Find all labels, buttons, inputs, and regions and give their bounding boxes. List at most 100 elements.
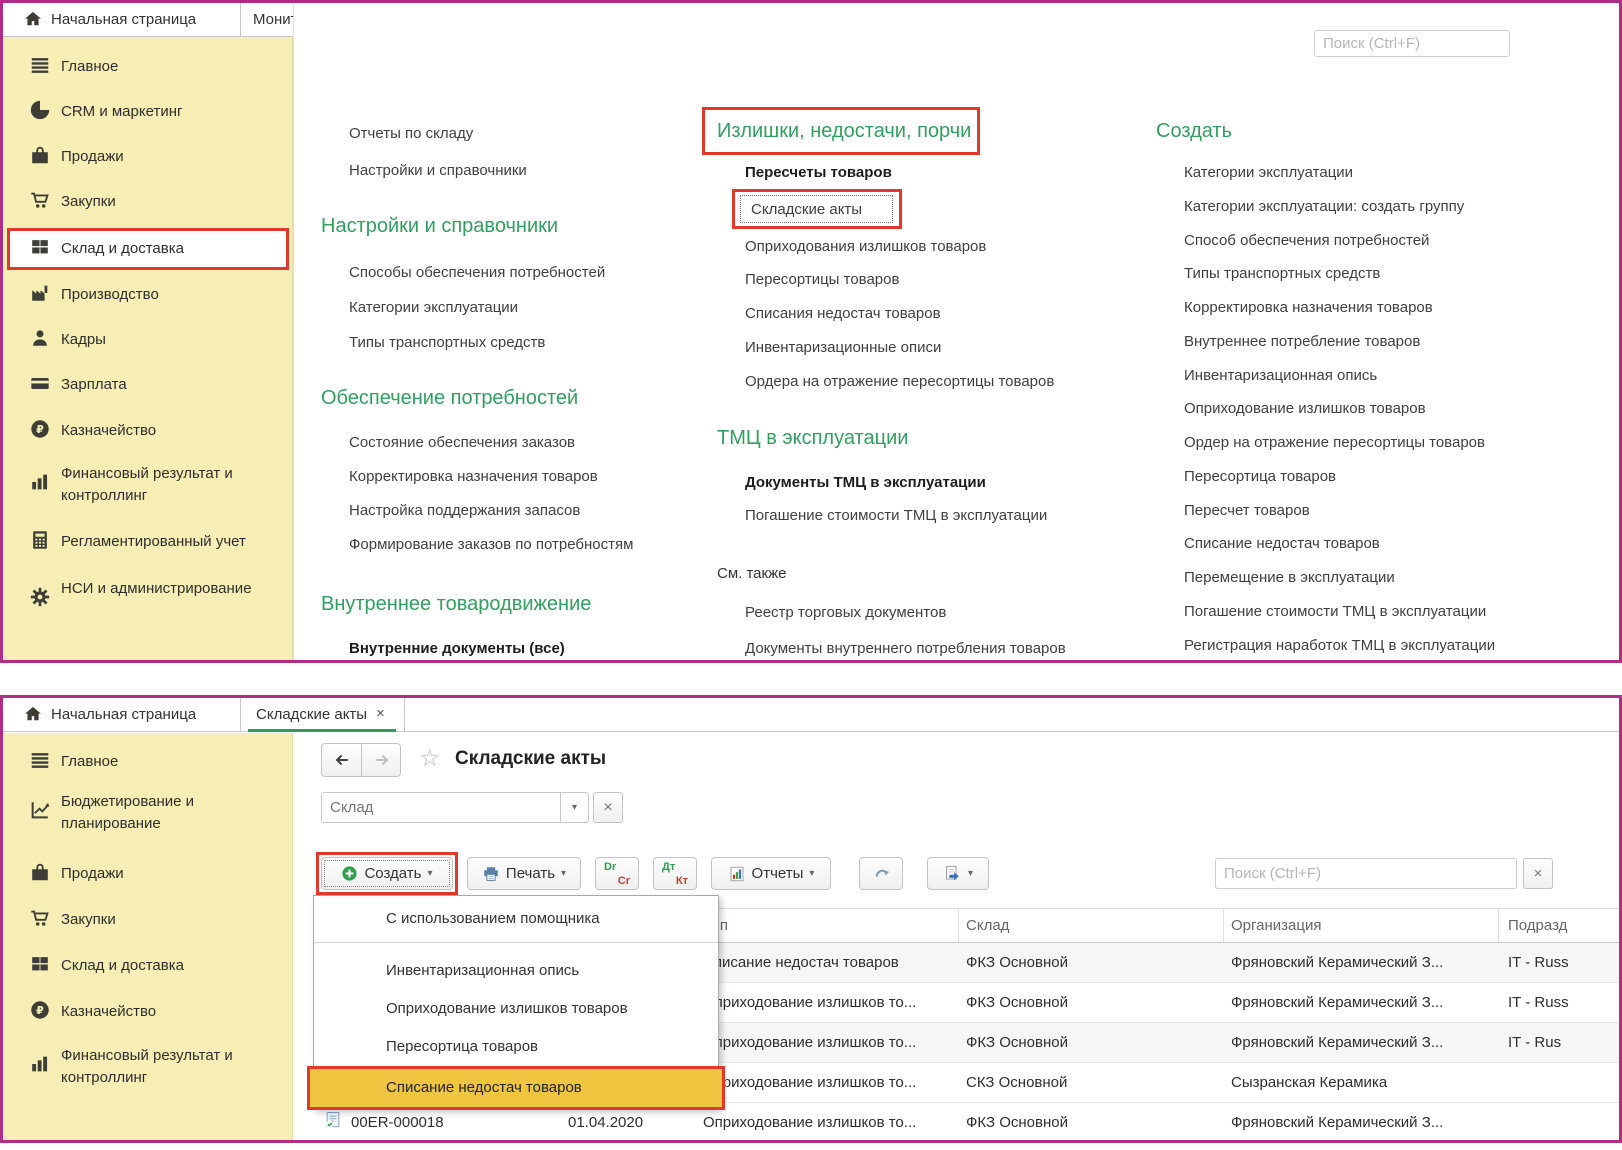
column-header-organization[interactable]: Организация — [1231, 917, 1321, 934]
menu-link-warehouse-acts[interactable]: Складские акты — [751, 201, 862, 218]
cell-type: Оприходование излишков то... — [703, 1034, 916, 1051]
menu-item-shortage-writeoff[interactable]: Списание недостач товаров — [307, 1066, 725, 1110]
menu-item-label: Списание недостач товаров — [386, 1079, 582, 1096]
menu-link[interactable]: Отчеты по складу — [349, 125, 473, 142]
menu-search-input[interactable] — [1314, 30, 1510, 57]
menu-item-inventory-list[interactable]: Инвентаризационная опись — [386, 962, 579, 979]
sidebar-label: Финансовый результат и контроллинг — [61, 463, 276, 507]
printer-icon — [482, 865, 500, 883]
menu-link[interactable]: Оприходование излишков товаров — [1184, 400, 1426, 417]
filter-caret-button[interactable]: ▾ — [560, 793, 588, 822]
cell-type: Оприходование излишков то... — [703, 1114, 916, 1131]
sidebar-label: НСИ и администрирование — [61, 578, 276, 600]
history-buttons — [321, 743, 401, 777]
menu-link[interactable]: Пересчет товаров — [1184, 502, 1310, 519]
cell-type: Оприходование излишков то... — [703, 1074, 916, 1091]
tab-warehouse-acts[interactable]: Складские акты × — [240, 698, 404, 732]
menu-link[interactable]: Настройка поддержания запасов — [349, 502, 580, 519]
tab-home[interactable]: Начальная страница — [51, 706, 196, 723]
tab-close-icon[interactable]: × — [376, 705, 385, 722]
bag-icon — [29, 144, 51, 171]
reports-button[interactable]: Отчеты ▾ — [711, 857, 831, 890]
menu-link-bold[interactable]: Документы ТМЦ в эксплуатации — [745, 474, 986, 491]
menu-link[interactable]: Корректировка назначения товаров — [1184, 299, 1433, 316]
report-chart-icon — [728, 865, 746, 883]
menu-link[interactable]: Категории эксплуатации — [1184, 164, 1353, 181]
favorite-star-icon[interactable]: ☆ — [419, 744, 441, 773]
home-icon[interactable] — [23, 9, 43, 34]
column-header-department[interactable]: Подразд — [1508, 917, 1567, 934]
menu-link[interactable]: Внутреннее потребление товаров — [1184, 333, 1420, 350]
menu-link[interactable]: Способы обеспечения потребностей — [349, 264, 605, 281]
drcr-button[interactable]: Dr Cr — [595, 857, 639, 890]
create-based-on-button[interactable]: ▾ — [927, 857, 989, 890]
column-separator — [958, 909, 959, 942]
tab-home[interactable]: Начальная страница — [51, 11, 196, 28]
menu-link[interactable]: Типы транспортных средств — [349, 334, 545, 351]
menu-link[interactable]: Настройки и справочники — [349, 162, 527, 179]
search-clear-button[interactable]: × — [1523, 858, 1553, 889]
cell-number: 00ER-000018 — [351, 1114, 444, 1131]
menu-link[interactable]: Типы транспортных средств — [1184, 265, 1380, 282]
menu-link[interactable]: Списания недостач товаров — [745, 305, 941, 322]
chevron-down-icon: ▾ — [561, 868, 566, 879]
column-header-warehouse[interactable]: Склад — [966, 917, 1009, 934]
menu-link[interactable]: Списание недостач товаров — [1184, 535, 1380, 552]
factory-icon — [29, 282, 51, 309]
menu-link[interactable]: Перемещение в эксплуатации — [1184, 569, 1395, 586]
see-also-header: См. также — [717, 565, 786, 582]
section-header: ТМЦ в эксплуатации — [717, 427, 908, 450]
create-button[interactable]: Создать ▾ — [321, 857, 453, 890]
menu-item-assistant[interactable]: С использованием помощника — [386, 910, 600, 927]
menu-link[interactable]: Оприходования излишков товаров — [745, 238, 986, 255]
menu-item-surplus-posting[interactable]: Оприходование излишков товаров — [386, 1000, 628, 1017]
menu-link[interactable]: Документы внутреннего потребления товаро… — [745, 640, 1066, 657]
menu-link[interactable]: Корректировка назначения товаров — [349, 468, 598, 485]
cell-warehouse: СКЗ Основной — [966, 1074, 1067, 1091]
dr-label: Dr — [604, 861, 616, 873]
menu-link[interactable]: Ордера на отражение пересортицы товаров — [745, 373, 1054, 390]
plus-circle-icon — [341, 865, 358, 882]
menu-link[interactable]: Регистрация наработок ТМЦ в эксплуатации — [1184, 637, 1495, 654]
menu-link[interactable]: Погашение стоимости ТМЦ в эксплуатации — [745, 507, 1047, 524]
filter-clear-button[interactable]: × — [593, 792, 623, 823]
menu-link[interactable]: Инвентаризационная опись — [1184, 367, 1377, 384]
list-search-input[interactable] — [1215, 858, 1517, 889]
print-button-label: Печать — [506, 865, 555, 882]
menu-link[interactable]: Инвентаризационные описи — [745, 339, 941, 356]
cell-organization: Фряновский Керамический З... — [1231, 994, 1443, 1011]
menu-link[interactable]: Категории эксплуатации — [349, 299, 518, 316]
person-icon — [29, 327, 51, 354]
menu-link-bold[interactable]: Внутренние документы (все) — [349, 640, 565, 657]
menu-link-bold[interactable]: Пересчеты товаров — [745, 164, 892, 181]
tab-monitor-partial[interactable]: Монит — [253, 11, 298, 28]
cr-label: Cr — [618, 875, 630, 887]
menu-link[interactable]: Категории эксплуатации: создать группу — [1184, 198, 1464, 215]
active-tab-underline — [248, 729, 396, 732]
cell-type: Оприходование излишков то... — [703, 994, 916, 1011]
menu-link[interactable]: Пересортицы товаров — [745, 271, 899, 288]
post-document-button[interactable] — [859, 857, 903, 890]
menu-link[interactable]: Ордер на отражение пересортицы товаров — [1184, 434, 1485, 451]
sidebar-label: Производство — [61, 284, 159, 306]
dtkt-button[interactable]: Дт Кт — [653, 857, 697, 890]
menu-link[interactable]: Погашение стоимости ТМЦ в эксплуатации — [1184, 603, 1486, 620]
menu-link[interactable]: Формирование заказов по потребностям — [349, 536, 633, 553]
cell-department: IT - Russ — [1508, 954, 1569, 971]
home-icon[interactable] — [23, 704, 43, 729]
reports-button-label: Отчеты — [752, 865, 804, 882]
back-button[interactable] — [322, 744, 362, 776]
gear-icon — [29, 586, 51, 613]
menu-link[interactable]: Реестр торговых документов — [745, 604, 946, 621]
menu-link[interactable]: Состояние обеспечения заказов — [349, 434, 575, 451]
forward-button[interactable] — [362, 744, 402, 776]
cell-organization: Фряновский Керамический З... — [1231, 954, 1443, 971]
warehouse-filter-input[interactable] — [322, 793, 560, 822]
print-button[interactable]: Печать ▾ — [467, 857, 581, 890]
sidebar-label: Финансовый результат и контроллинг — [61, 1045, 276, 1089]
section-header: Настройки и справочники — [321, 215, 558, 238]
menu-link[interactable]: Пересортица товаров — [1184, 468, 1336, 485]
menu-link[interactable]: Способ обеспечения потребностей — [1184, 232, 1429, 249]
sidebar-label: Закупки — [61, 191, 116, 213]
menu-item-regrading[interactable]: Пересортица товаров — [386, 1038, 538, 1055]
